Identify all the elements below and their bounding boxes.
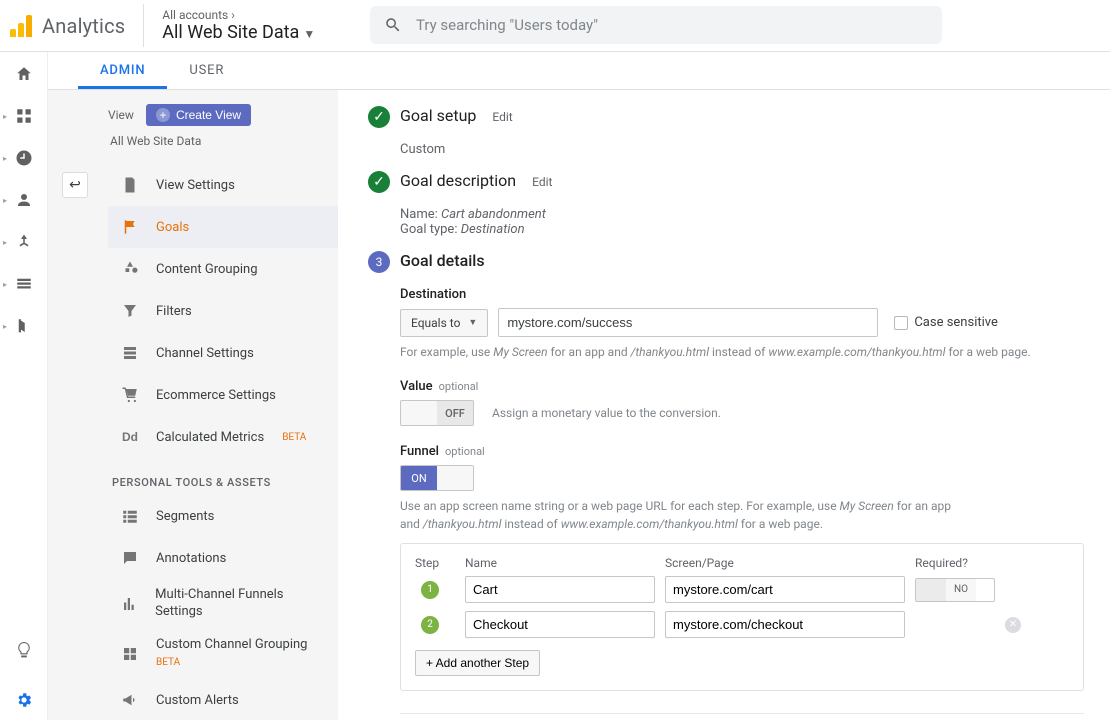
property-selector[interactable]: All accounts › All Web Site Data ▼ xyxy=(143,4,333,47)
chevron-right-icon: › xyxy=(231,8,235,22)
menu-filters[interactable]: Filters xyxy=(108,290,338,332)
nav-admin[interactable] xyxy=(12,688,36,712)
divider xyxy=(400,713,1084,714)
view-menu: View Settings Goals Content Grouping Fil… xyxy=(108,164,338,458)
destination-input[interactable] xyxy=(498,308,878,337)
nav-acquisition[interactable] xyxy=(12,230,36,254)
funnel-toggle[interactable]: ON xyxy=(400,465,474,491)
segments-icon xyxy=(121,507,139,525)
menu-content-grouping[interactable]: Content Grouping xyxy=(108,248,338,290)
plus-icon: + xyxy=(156,108,170,122)
create-view-button[interactable]: +Create View xyxy=(146,104,251,126)
step-index: 2 xyxy=(421,616,439,634)
back-button[interactable]: ↩ xyxy=(62,172,88,198)
step-name-input[interactable] xyxy=(465,576,655,603)
funnel-hint: Use an app screen name string or a web p… xyxy=(400,497,960,533)
menu-mcf-settings[interactable]: Multi-Channel Funnels Settings xyxy=(108,579,338,629)
step-name-input[interactable] xyxy=(465,611,655,638)
goal-description-title: Goal description xyxy=(400,171,516,190)
goal-setup-title: Goal setup xyxy=(400,106,476,125)
funnel-label: Funnel xyxy=(400,444,439,459)
col-name: Name xyxy=(465,556,655,570)
menu-ecommerce-settings[interactable]: Ecommerce Settings xyxy=(108,374,338,416)
destination-hint: For example, use My Screen for an app an… xyxy=(400,343,1084,361)
funnel-step-2: 2 ✕ xyxy=(415,611,1069,638)
caret-down-icon: ▼ xyxy=(303,27,315,41)
caret-down-icon: ▼ xyxy=(468,317,477,328)
nav-audience[interactable] xyxy=(12,188,36,212)
content-grouping-icon xyxy=(121,260,139,278)
nav-discover[interactable] xyxy=(12,638,36,662)
left-nav-rail xyxy=(0,52,48,720)
check-icon: ✓ xyxy=(368,106,390,128)
menu-segments[interactable]: Segments xyxy=(108,495,338,537)
flag-icon xyxy=(121,218,139,236)
col-required: Required? xyxy=(915,556,995,570)
col-step: Step xyxy=(415,556,455,570)
search-icon xyxy=(384,16,402,34)
account-crumb: All accounts xyxy=(162,8,228,22)
annotation-icon xyxy=(121,549,139,567)
view-column: ↩ View +Create View All Web Site Data Vi… xyxy=(48,90,338,720)
menu-view-settings[interactable]: View Settings xyxy=(108,164,338,206)
admin-tabs: ADMIN USER xyxy=(48,52,1110,90)
step-required-toggle[interactable]: NO xyxy=(915,578,995,602)
menu-annotations[interactable]: Annotations xyxy=(108,537,338,579)
goal-setup-value: Custom xyxy=(400,142,1084,157)
view-label: View xyxy=(108,108,134,122)
case-sensitive-checkbox[interactable] xyxy=(894,316,908,330)
destination-label: Destination xyxy=(400,287,466,302)
step-index: 1 xyxy=(421,581,439,599)
menu-goals[interactable]: Goals xyxy=(108,206,338,248)
search-placeholder: Try searching "Users today" xyxy=(416,16,598,34)
tools-menu: Segments Annotations Multi-Channel Funne… xyxy=(108,495,338,720)
value-label: Value xyxy=(400,379,433,394)
value-desc: Assign a monetary value to the conversio… xyxy=(492,404,721,422)
menu-custom-channel-grouping[interactable]: Custom Channel GroupingBETA xyxy=(108,629,338,679)
step-page-input[interactable] xyxy=(665,611,905,638)
funnel-step-1: 1 NO xyxy=(415,576,1069,603)
nav-conversions[interactable] xyxy=(12,314,36,338)
value-toggle[interactable]: OFF xyxy=(400,400,474,426)
brand-block: Analytics xyxy=(0,14,143,38)
menu-channel-settings[interactable]: Channel Settings xyxy=(108,332,338,374)
personal-tools-heading: PERSONAL TOOLS & ASSETS xyxy=(112,476,338,489)
cart-icon xyxy=(121,386,139,404)
nav-realtime[interactable] xyxy=(12,146,36,170)
nav-behavior[interactable] xyxy=(12,272,36,296)
analytics-logo-icon xyxy=(10,15,32,37)
channel-grouping-icon xyxy=(121,645,139,663)
goal-description-edit[interactable]: Edit xyxy=(532,175,552,189)
filter-icon xyxy=(121,302,139,320)
destination-match-select[interactable]: Equals to▼ xyxy=(400,309,488,337)
bar-chart-icon xyxy=(121,595,139,613)
goal-setup-edit[interactable]: Edit xyxy=(492,110,512,124)
property-name: All Web Site Data xyxy=(162,22,299,43)
goal-details-title: Goal details xyxy=(400,251,485,270)
add-step-button[interactable]: + Add another Step xyxy=(415,650,540,676)
menu-custom-alerts[interactable]: Custom Alerts xyxy=(108,679,338,720)
dd-icon: Dd xyxy=(118,430,142,444)
case-sensitive-label: Case sensitive xyxy=(914,315,998,330)
step-3-badge: 3 xyxy=(368,251,390,273)
top-header: Analytics All accounts › All Web Site Da… xyxy=(0,0,1110,52)
goal-editor: ✓ Goal setup Edit Custom ✓ Goal descript… xyxy=(338,90,1110,720)
goal-description-body: Name: Cart abandonment Goal type: Destin… xyxy=(400,207,1084,237)
megaphone-icon xyxy=(121,691,139,709)
step-page-input[interactable] xyxy=(665,576,905,603)
nav-home[interactable] xyxy=(12,62,36,86)
tab-user[interactable]: USER xyxy=(167,52,246,89)
current-view-name[interactable]: All Web Site Data xyxy=(110,134,338,148)
check-icon: ✓ xyxy=(368,171,390,193)
delete-step-button[interactable]: ✕ xyxy=(1005,617,1021,633)
tab-admin[interactable]: ADMIN xyxy=(78,52,167,89)
search-bar[interactable]: Try searching "Users today" xyxy=(370,6,942,44)
channel-settings-icon xyxy=(121,344,139,362)
document-icon xyxy=(121,176,139,194)
funnel-steps-table: Step Name Screen/Page Required? 1 NO xyxy=(400,543,1084,691)
nav-customization[interactable] xyxy=(12,104,36,128)
menu-calculated-metrics[interactable]: DdCalculated MetricsBETA xyxy=(108,416,338,458)
brand-name: Analytics xyxy=(42,14,125,38)
col-screen: Screen/Page xyxy=(665,556,905,570)
